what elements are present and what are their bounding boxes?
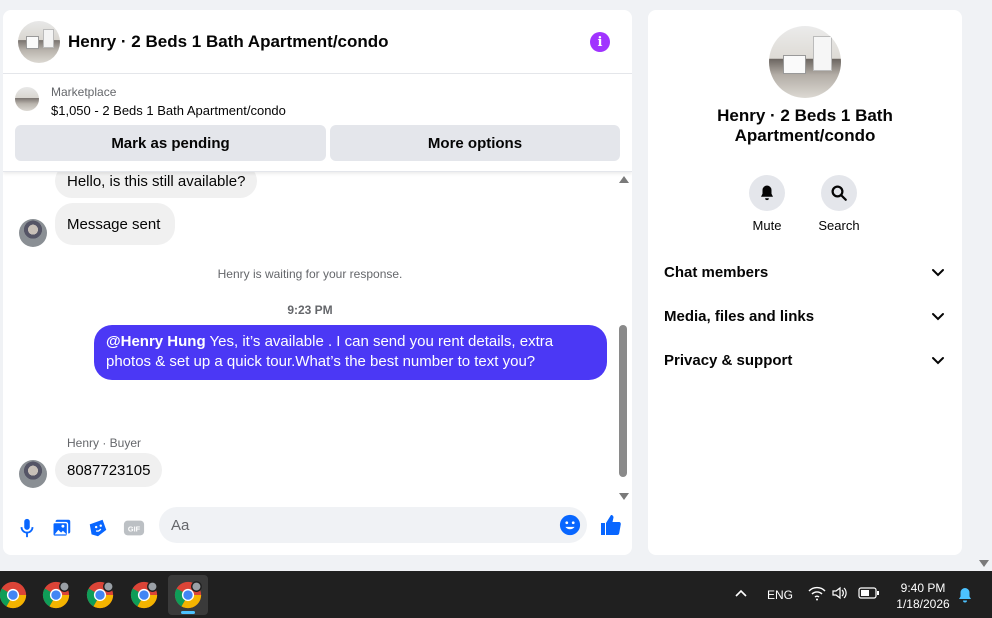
buyer-avatar[interactable] (19, 219, 47, 247)
message-composer: GIF (3, 503, 632, 555)
scroll-down-arrow-icon[interactable] (979, 560, 989, 567)
active-app-indicator (181, 611, 195, 614)
listing-small-thumbnail[interactable] (15, 87, 39, 111)
section-label: Media, files and links (664, 307, 815, 325)
message-input[interactable] (171, 515, 541, 535)
chrome-profile-icon[interactable] (41, 580, 71, 610)
system-clock[interactable]: 9:40 PM 1/18/2026 (888, 580, 958, 612)
section-chat-members[interactable]: Chat members (648, 252, 962, 292)
battery-icon[interactable] (858, 587, 880, 599)
mark-as-pending-button[interactable]: Mark as pending (15, 125, 326, 161)
search-label: Search (818, 218, 860, 233)
photo-gallery-icon[interactable] (51, 517, 73, 539)
chrome-profile-icon[interactable] (85, 580, 115, 610)
chat-title[interactable]: Henry · 2 Beds 1 Bath Apartment/condo (68, 32, 389, 52)
bell-icon (761, 185, 773, 201)
notification-bell-icon[interactable] (958, 587, 972, 603)
waiting-notice: Henry is waiting for your response. (217, 267, 403, 281)
gif-label: GIF (128, 525, 141, 534)
page-scrollbar[interactable] (976, 0, 992, 571)
sender-label: Henry · Buyer (67, 436, 142, 450)
search-icon (831, 185, 847, 201)
section-label: Privacy & support (664, 351, 793, 369)
message-timestamp: 9:23 PM (287, 303, 333, 317)
chrome-profile-icon[interactable] (129, 580, 159, 610)
section-media-files-links[interactable]: Media, files and links (648, 296, 962, 336)
buyer-avatar[interactable] (19, 460, 47, 488)
chrome-icon[interactable] (0, 580, 28, 610)
chat-panel: Henry · 2 Beds 1 Bath Apartment/condo i … (3, 10, 632, 555)
listing-profile-photo[interactable] (769, 26, 841, 98)
chrome-profile-icon[interactable] (173, 580, 203, 610)
language-indicator[interactable]: ENG (767, 588, 793, 602)
message-bubble-incoming[interactable]: Hello, is this still available? (55, 172, 258, 198)
emoji-icon[interactable] (559, 514, 581, 536)
chat-header: Henry · 2 Beds 1 Bath Apartment/condo i (3, 10, 632, 74)
listing-thumbnail[interactable] (18, 20, 60, 63)
message-text: 8087723105 (67, 461, 151, 479)
volume-icon[interactable] (832, 586, 848, 600)
thumbs-up-icon[interactable] (599, 513, 623, 537)
conversation-info-panel: Henry · 2 Beds 1 Bath Apartment/condo Mu… (648, 10, 962, 555)
sticker-icon[interactable] (87, 517, 109, 539)
message-bubble-incoming[interactable]: 8087723105 (55, 453, 163, 487)
wifi-icon[interactable] (808, 585, 826, 601)
message-text: Hello, is this still available? (67, 172, 246, 190)
scroll-up-arrow-icon[interactable] (619, 176, 629, 183)
microphone-icon[interactable] (16, 517, 38, 539)
message-list: Hello, is this still available? Message … (3, 172, 632, 497)
message-text: Message sent (67, 215, 161, 233)
gif-icon[interactable]: GIF (123, 517, 145, 539)
marketplace-listing-bar: Marketplace $1,050 - 2 Beds 1 Bath Apart… (3, 74, 632, 172)
search-button[interactable]: Search (809, 175, 869, 233)
marketplace-label: Marketplace (51, 85, 117, 99)
mention-tag[interactable]: @Henry Hung (106, 333, 206, 350)
info-icon[interactable]: i (590, 32, 610, 52)
mute-label: Mute (752, 218, 782, 233)
scrollbar-thumb[interactable] (619, 325, 627, 477)
chevron-down-icon (932, 269, 944, 277)
listing-price-title[interactable]: $1,050 - 2 Beds 1 Bath Apartment/condo (51, 103, 286, 118)
message-bubble-incoming[interactable]: Message sent (55, 203, 175, 245)
info-panel-title: Henry · 2 Beds 1 Bath Apartment/condo (717, 106, 893, 145)
messenger-window: Henry · 2 Beds 1 Bath Apartment/condo i … (0, 0, 992, 618)
message-input-box[interactable] (159, 507, 587, 543)
chevron-down-icon (932, 357, 944, 365)
clock-time: 9:40 PM (900, 581, 946, 595)
scroll-down-arrow-icon[interactable] (619, 493, 629, 500)
message-bubble-outgoing[interactable]: @Henry Hung Yes, it’s available . I can … (94, 325, 607, 380)
chevron-up-icon[interactable] (734, 588, 748, 598)
windows-taskbar: ENG 9:40 PM 1/18/2026 (0, 571, 992, 618)
message-scrollbar[interactable] (617, 175, 629, 500)
section-privacy-support[interactable]: Privacy & support (648, 340, 962, 380)
section-label: Chat members (664, 263, 769, 281)
chevron-down-icon (932, 313, 944, 321)
mute-button[interactable]: Mute (737, 175, 797, 233)
clock-date: 1/18/2026 (896, 597, 950, 611)
more-options-button[interactable]: More options (330, 125, 620, 161)
